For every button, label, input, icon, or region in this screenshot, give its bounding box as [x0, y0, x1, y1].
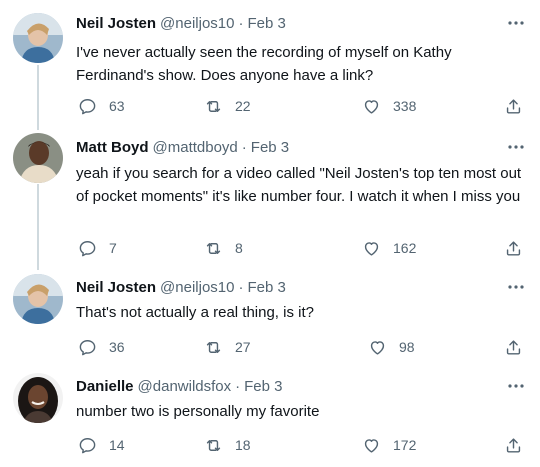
share-button[interactable] [504, 434, 523, 456]
retweet-button[interactable]: 18 [204, 434, 251, 456]
tweet-actions: 36 27 98 [76, 336, 526, 358]
share-icon [506, 339, 521, 355]
like-button[interactable]: 338 [362, 95, 416, 117]
reply-icon [79, 240, 96, 256]
reply-icon [79, 98, 96, 114]
like-count: 338 [393, 98, 417, 114]
more-icon[interactable] [506, 277, 526, 297]
share-button[interactable] [504, 95, 523, 117]
more-icon[interactable] [506, 376, 526, 396]
reply-icon [79, 339, 96, 355]
tweet-date[interactable]: Feb 3 [251, 139, 289, 156]
user-handle[interactable]: @neiljos10 [160, 15, 234, 32]
reply-count: 14 [109, 437, 125, 453]
like-icon [364, 241, 379, 256]
user-handle[interactable]: @neiljos10 [160, 279, 234, 296]
tweet-text: That's not actually a real thing, is it? [76, 304, 314, 321]
retweet-count: 8 [235, 240, 243, 256]
tweet[interactable]: Neil Josten @neiljos10 · Feb 3 I've neve… [0, 13, 540, 123]
avatar-image [13, 133, 63, 183]
avatar[interactable] [13, 13, 63, 63]
like-icon [370, 340, 385, 355]
tweet-text: yeah if you search for a video called "N… [76, 165, 522, 205]
like-button[interactable]: 172 [362, 434, 416, 456]
avatar[interactable] [13, 274, 63, 324]
tweet-actions: 14 18 172 [76, 434, 526, 456]
avatar[interactable] [13, 133, 63, 183]
reply-count: 7 [109, 240, 117, 256]
share-icon [506, 240, 521, 256]
like-button[interactable]: 98 [368, 336, 415, 358]
retweet-icon [206, 100, 221, 112]
separator-dot: · [235, 377, 241, 395]
tweet-actions: 63 22 338 [76, 95, 526, 117]
tweet-header: Neil Josten @neiljos10 · Feb 3 [76, 13, 286, 33]
tweet-date[interactable]: Feb 3 [247, 15, 285, 32]
tweet-text: I've never actually seen the recording o… [76, 44, 452, 84]
reply-button[interactable]: 36 [78, 336, 125, 358]
tweet-date[interactable]: Feb 3 [244, 378, 282, 395]
tweet[interactable]: Matt Boyd @mattdboyd · Feb 3 yeah if you… [0, 133, 540, 261]
retweet-count: 18 [235, 437, 251, 453]
retweet-count: 27 [235, 339, 251, 355]
retweet-count: 22 [235, 98, 251, 114]
reply-count: 63 [109, 98, 125, 114]
retweet-icon [206, 242, 221, 254]
share-icon [506, 437, 521, 453]
avatar-image [13, 274, 63, 324]
like-button[interactable]: 162 [362, 237, 416, 259]
retweet-button[interactable]: 22 [204, 95, 251, 117]
reply-icon [79, 437, 96, 453]
tweet-header: Matt Boyd @mattdboyd · Feb 3 [76, 137, 289, 157]
separator-dot: · [238, 278, 244, 296]
tweet-header: Neil Josten @neiljos10 · Feb 3 [76, 277, 286, 297]
tweet-header: Danielle @danwildsfox · Feb 3 [76, 376, 283, 396]
tweet-actions: 7 8 162 [76, 237, 526, 259]
avatar-image [13, 13, 63, 63]
like-count: 98 [399, 339, 415, 355]
retweet-button[interactable]: 8 [204, 237, 243, 259]
user-handle[interactable]: @danwildsfox [138, 378, 232, 395]
avatar-image [13, 373, 63, 423]
retweet-icon [206, 439, 221, 451]
share-button[interactable] [504, 336, 523, 358]
tweet[interactable]: Danielle @danwildsfox · Feb 3 number two… [0, 373, 540, 458]
share-button[interactable] [504, 237, 523, 259]
like-icon [364, 438, 379, 453]
user-handle[interactable]: @mattdboyd [153, 139, 238, 156]
reply-button[interactable]: 14 [78, 434, 125, 456]
tweet-text: number two is personally my favorite [76, 403, 320, 420]
display-name[interactable]: Danielle [76, 378, 134, 395]
display-name[interactable]: Neil Josten [76, 279, 156, 296]
like-count: 162 [393, 240, 417, 256]
like-icon [364, 99, 379, 114]
more-icon[interactable] [506, 137, 526, 157]
tweet-date[interactable]: Feb 3 [247, 279, 285, 296]
reply-button[interactable]: 63 [78, 95, 125, 117]
separator-dot: · [241, 138, 247, 156]
display-name[interactable]: Neil Josten [76, 15, 156, 32]
like-count: 172 [393, 437, 417, 453]
retweet-button[interactable]: 27 [204, 336, 251, 358]
display-name[interactable]: Matt Boyd [76, 139, 149, 156]
tweet[interactable]: Neil Josten @neiljos10 · Feb 3 That's no… [0, 274, 540, 359]
reply-button[interactable]: 7 [78, 237, 117, 259]
reply-count: 36 [109, 339, 125, 355]
more-icon[interactable] [506, 13, 526, 33]
separator-dot: · [238, 14, 244, 32]
share-icon [506, 98, 521, 114]
retweet-icon [206, 341, 221, 353]
avatar[interactable] [13, 373, 63, 423]
